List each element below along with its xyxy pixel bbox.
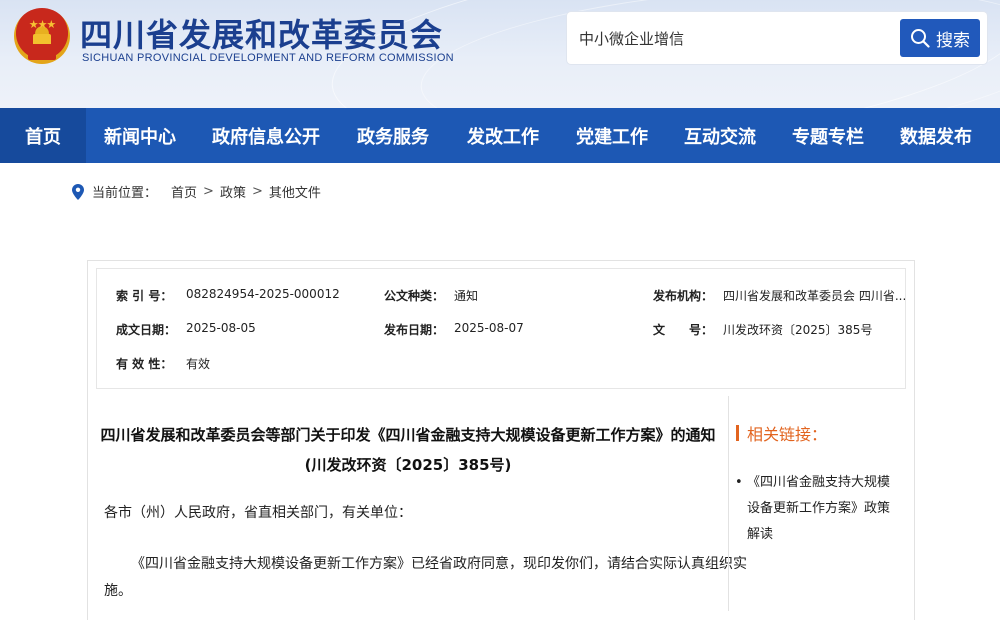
- bullet-icon: •: [735, 475, 743, 490]
- nav-item-news[interactable]: 新闻中心: [86, 108, 194, 163]
- title-accent-bar: [736, 425, 739, 441]
- breadcrumb-prefix: 当前位置：: [92, 186, 158, 201]
- article-body-line: 施。: [104, 583, 132, 599]
- validity-label: 有 效 性：: [116, 357, 173, 371]
- breadcrumb: 当前位置： 首页 > 政策 > 其他文件: [72, 182, 321, 201]
- related-link-text[interactable]: 《四川省金融支持大规模 设备更新工作方案》政策 解读: [747, 470, 890, 548]
- related-link-line: 设备更新工作方案》政策: [747, 501, 891, 516]
- nav-item-special-topics[interactable]: 专题专栏: [774, 108, 882, 163]
- related-link-line: 解读: [747, 527, 774, 542]
- search-box: 搜索: [567, 12, 987, 64]
- article-salutation: 各市（州）人民政府，省直相关部门，有关单位：: [104, 505, 412, 521]
- document-meta-table: 索 引 号： 082824954-2025-000012 公文种类： 通知 发布…: [96, 268, 906, 389]
- article-title: 四川省发展和改革委员会等部门关于印发《四川省金融支持大规模设备更新工作方案》的通…: [96, 420, 720, 480]
- search-input[interactable]: [579, 24, 889, 52]
- validity-value: 有效: [186, 357, 211, 371]
- created-date-label: 成文日期：: [116, 323, 177, 337]
- nav-item-data-release[interactable]: 数据发布: [882, 108, 990, 163]
- article-body-line: 《四川省金融支持大规模设备更新工作方案》已经省政府同意，现印发你们，请结合实际认…: [131, 556, 747, 572]
- article-doc-number: (川发改环资〔2025〕385号): [304, 456, 512, 474]
- nav-item-home[interactable]: 首页: [0, 108, 86, 163]
- search-button-label: 搜索: [936, 30, 970, 51]
- related-link-line: 《四川省金融支持大规模: [747, 475, 891, 490]
- doc-no-value: 川发改环资〔2025〕385号: [723, 323, 873, 337]
- nav-item-party-work[interactable]: 党建工作: [558, 108, 666, 163]
- related-links-title: 相关链接：: [736, 421, 827, 445]
- doc-no-label: 文 号：: [653, 323, 714, 337]
- breadcrumb-policy[interactable]: 政策: [220, 182, 246, 201]
- doc-type-label: 公文种类：: [384, 289, 445, 303]
- search-icon: [911, 29, 930, 48]
- site-subtitle: SICHUAN PROVINCIAL DEVELOPMENT AND REFOR…: [82, 52, 454, 64]
- index-no-value: 082824954-2025-000012: [186, 287, 340, 301]
- article-title-line: 四川省发展和改革委员会等部门关于印发《四川省金融支持大规模设备更新工作方案》的通…: [100, 426, 716, 444]
- breadcrumb-separator: >: [203, 184, 214, 199]
- nav-item-services[interactable]: 政务服务: [338, 108, 448, 163]
- main-nav: 首页 新闻中心 政府信息公开 政务服务 发改工作 党建工作 互动交流 专题专栏 …: [0, 108, 1000, 163]
- site-title[interactable]: 四川省发展和改革委员会: [80, 10, 443, 56]
- created-date-value: 2025-08-05: [186, 321, 256, 335]
- issuer-value: 四川省发展和改革委员会 四川省...: [723, 289, 907, 303]
- issuer-label: 发布机构：: [653, 289, 714, 303]
- published-date-value: 2025-08-07: [454, 321, 524, 335]
- published-date-label: 发布日期：: [384, 323, 445, 337]
- nav-item-gov-info[interactable]: 政府信息公开: [194, 108, 338, 163]
- related-link-item[interactable]: • 《四川省金融支持大规模 设备更新工作方案》政策 解读: [735, 470, 895, 548]
- breadcrumb-separator: >: [251, 184, 263, 199]
- breadcrumb-home[interactable]: 首页: [171, 182, 197, 201]
- nav-item-reform-work[interactable]: 发改工作: [448, 108, 558, 163]
- location-pin-icon: [72, 183, 84, 200]
- index-no-label: 索 引 号：: [116, 289, 173, 303]
- nav-item-interaction[interactable]: 互动交流: [666, 108, 774, 163]
- search-button[interactable]: 搜索: [900, 19, 980, 57]
- sidebar-divider: [728, 396, 729, 611]
- doc-type-value: 通知: [454, 289, 479, 303]
- breadcrumb-other-docs[interactable]: 其他文件: [269, 182, 321, 201]
- national-emblem-icon[interactable]: ★★★: [14, 8, 70, 64]
- related-links-label: 相关链接：: [747, 425, 828, 444]
- site-header: ★★★ 四川省发展和改革委员会 SICHUAN PROVINCIAL DEVEL…: [0, 0, 1000, 108]
